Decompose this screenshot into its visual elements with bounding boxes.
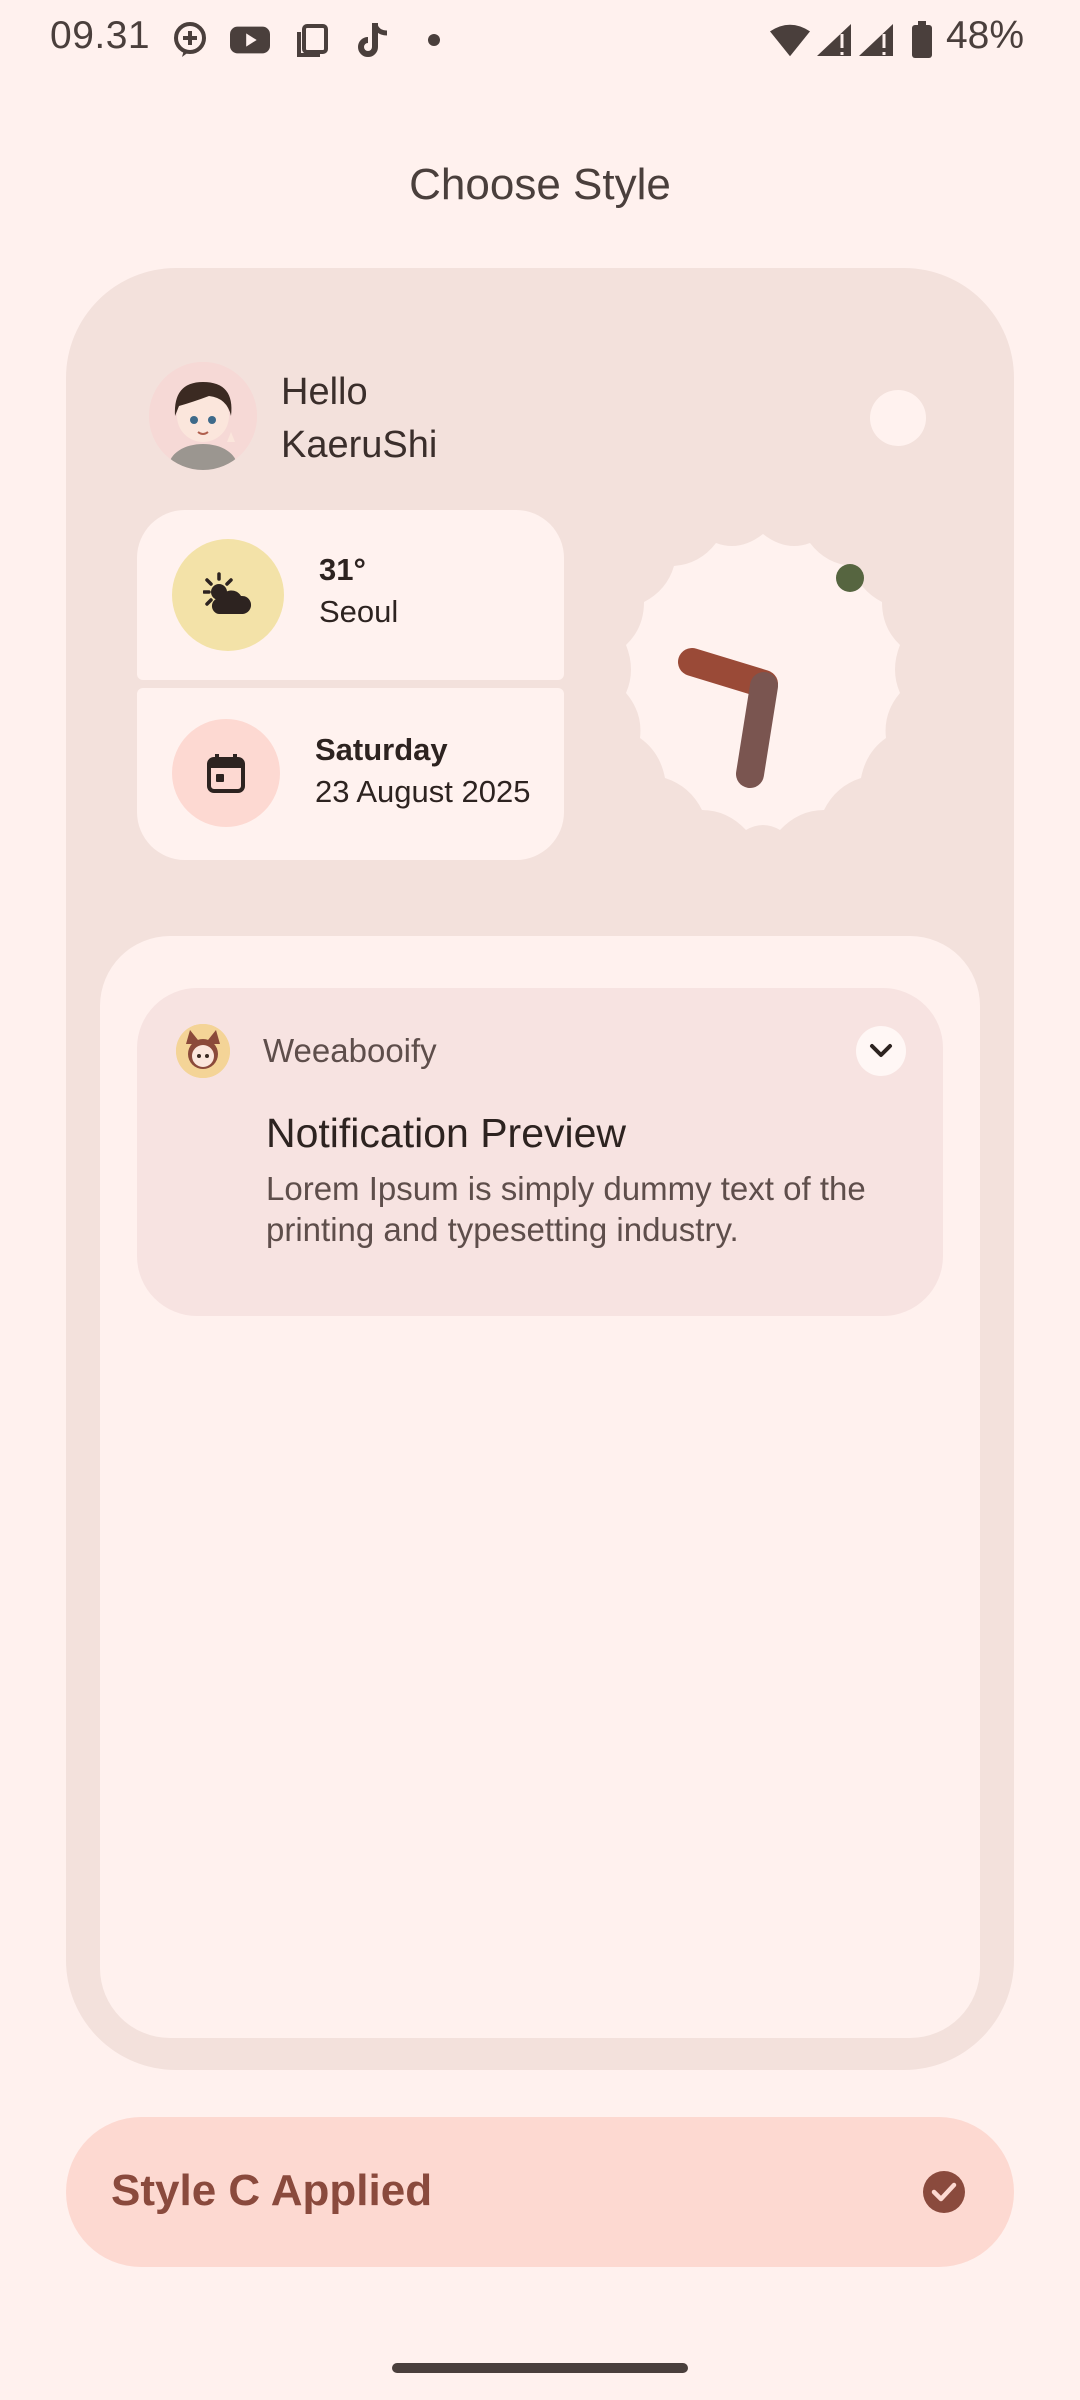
signal-icon bbox=[814, 20, 854, 60]
clock-minute-hand bbox=[736, 672, 778, 788]
signal-icon bbox=[856, 20, 896, 60]
chevron-down-icon[interactable] bbox=[856, 1026, 906, 1076]
greeting: Hello KaeruShi bbox=[281, 366, 437, 472]
date-day: Saturday bbox=[315, 732, 448, 767]
notification-app-name: Weeabooify bbox=[263, 1032, 437, 1069]
battery-icon bbox=[902, 20, 942, 60]
battery-percentage: 48% bbox=[945, 14, 1024, 57]
avatar[interactable] bbox=[149, 362, 257, 470]
copy-icon bbox=[292, 20, 332, 60]
weather-city: Seoul bbox=[319, 594, 399, 629]
partly-cloudy-sun-icon bbox=[172, 539, 284, 651]
tiktok-icon bbox=[354, 20, 394, 60]
app-icon bbox=[176, 1024, 230, 1078]
dot-icon bbox=[414, 20, 454, 60]
clock-dot bbox=[836, 564, 864, 592]
youtube-icon bbox=[230, 20, 270, 60]
greeting-hello: Hello bbox=[281, 371, 368, 413]
greeting-name: KaeruShi bbox=[281, 424, 438, 466]
page-title: Choose Style bbox=[409, 160, 671, 209]
weather-temperature: 31° bbox=[319, 552, 366, 587]
home-indicator[interactable] bbox=[392, 2363, 688, 2373]
date-full: 23 August 2025 bbox=[315, 774, 531, 809]
status-time: 09.31 bbox=[50, 14, 151, 57]
wifi-icon bbox=[770, 20, 810, 60]
check-circle-icon bbox=[922, 2170, 966, 2214]
theme-dot[interactable] bbox=[870, 390, 926, 446]
notification-body: Lorem Ipsum is simply dummy text of the … bbox=[266, 1170, 866, 1248]
notification-title: Notification Preview bbox=[266, 1110, 627, 1156]
analog-clock[interactable] bbox=[586, 506, 940, 860]
chat-plus-icon bbox=[170, 20, 210, 60]
calendar-icon bbox=[172, 719, 280, 827]
style-applied-label: Style C Applied bbox=[111, 2166, 433, 2215]
